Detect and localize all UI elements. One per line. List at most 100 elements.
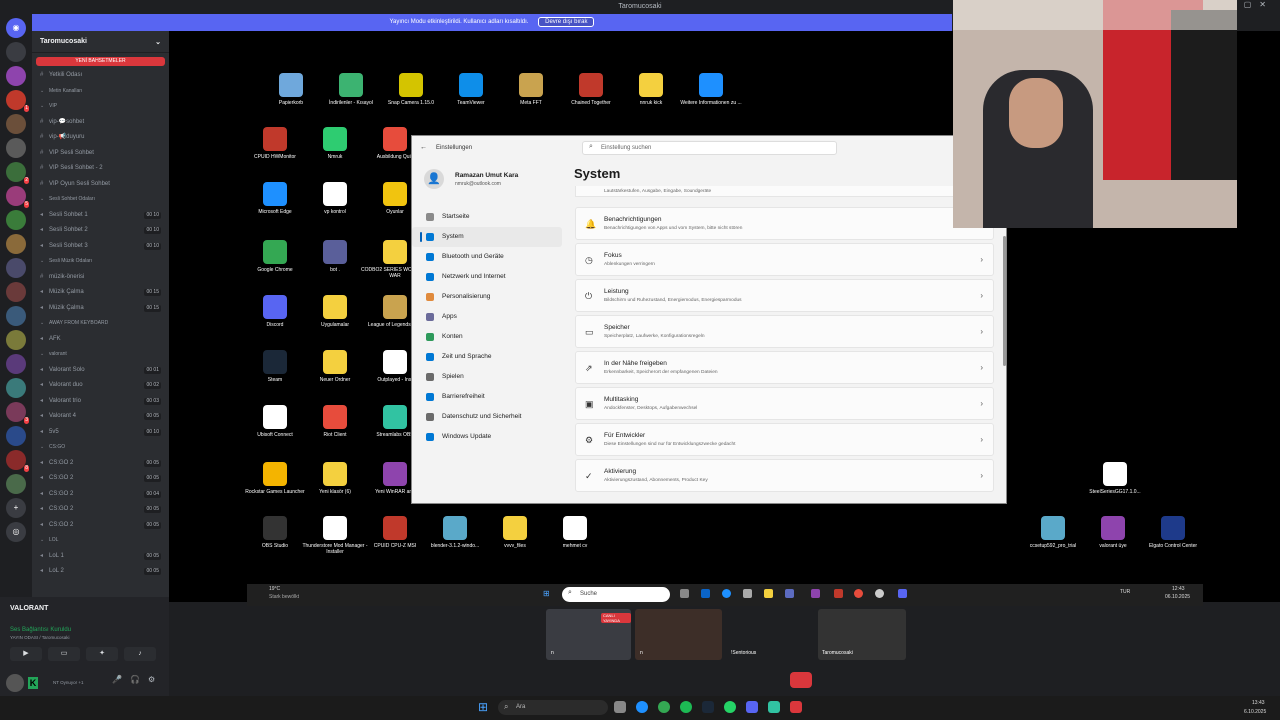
explorer-icon[interactable] — [764, 589, 773, 598]
windows-start-icon[interactable]: ⊞ — [478, 701, 488, 713]
disable-streamer-mode-button[interactable]: Devre dışı bırak — [538, 17, 595, 27]
nav-item[interactable]: Spielen — [412, 367, 562, 387]
settings-row[interactable]: ◷ Fokus Ablenkungen verringern › — [575, 243, 994, 276]
channel-item[interactable]: ◂ Sesli Sohbet 3 00 10 — [32, 239, 169, 255]
streamlabs-icon[interactable] — [768, 701, 780, 713]
channel-category[interactable]: ⌄ VIP — [32, 99, 169, 115]
server-icon[interactable] — [6, 426, 26, 446]
stream-tile[interactable]: Taromucosaki — [818, 609, 906, 660]
clock-date[interactable]: 06.10.2025 — [1165, 594, 1190, 600]
soundboard-icon[interactable]: ♪ — [124, 647, 156, 661]
nav-item[interactable]: Barrierefreiheit — [412, 387, 562, 407]
task-view-icon[interactable] — [614, 701, 626, 713]
explore-icon[interactable]: ◎ — [6, 522, 26, 542]
channel-category[interactable]: ⌄ Sesli Sohbet Odaları — [32, 192, 169, 208]
settings-row[interactable]: ▣ Multitasking Andockfenster, Desktops, Au… — [575, 387, 994, 420]
nav-item[interactable]: Netzwerk und Internet — [412, 267, 562, 287]
server-icon[interactable] — [6, 306, 26, 326]
gear-icon[interactable]: ⚙ — [148, 675, 155, 684]
user-avatar-icon[interactable]: 👤 — [424, 169, 444, 189]
desktop-icon[interactable]: mehmet cv — [540, 516, 610, 549]
voice-connected-status[interactable]: Ses Bağlantısı Kuruldu — [10, 627, 71, 633]
channel-item[interactable]: ◂ CS:GO 2 00 05 — [32, 518, 169, 534]
channel-category[interactable]: ⌄ valorant — [32, 347, 169, 363]
app-icon[interactable] — [790, 701, 802, 713]
channel-item[interactable]: ◂ CS:GO 2 00 05 — [32, 502, 169, 518]
activity-icon[interactable]: ✦ — [86, 647, 118, 661]
app-icon[interactable] — [811, 589, 820, 598]
nav-item[interactable]: Datenschutz und Sicherheit — [412, 407, 562, 427]
channel-item[interactable]: # VIP Sesli Sohbet — [32, 146, 169, 162]
channel-item[interactable]: ◂ Sesli Sohbet 2 00 10 — [32, 223, 169, 239]
stream-tile[interactable]: CANLI YAYINDA n — [546, 609, 631, 660]
stream-tile[interactable]: !Sentorious — [727, 609, 814, 660]
server-icon[interactable] — [6, 282, 26, 302]
settings-row[interactable]: ⏻ Leistung Bildschirm und Ruhezustand, Ene… — [575, 279, 994, 312]
desktop-icon[interactable]: Elgato Control Center — [1138, 516, 1208, 549]
nav-item[interactable]: Konten — [412, 327, 562, 347]
settings-search-input[interactable]: ⌕ Einstellung suchen — [582, 141, 837, 155]
outlook-icon[interactable] — [701, 589, 710, 598]
voice-channel-path[interactable]: YAYIN ODASI / Taromucosaki — [10, 635, 70, 640]
channel-item[interactable]: # VIP Sesli Sohbet - 2 — [32, 161, 169, 177]
server-icon[interactable]: 1 — [6, 90, 29, 112]
server-icon[interactable] — [6, 42, 26, 62]
settings-row[interactable]: ▭ Speicher Speicherplatz, Laufwerke, Konfi… — [575, 315, 994, 348]
channel-item[interactable]: ◂ Valorant duo 00 02 — [32, 378, 169, 394]
channel-item[interactable]: # müzik-önerisi — [32, 270, 169, 286]
settings-row[interactable]: ✓ Aktivierung Aktivierungszustand, Abonnem… — [575, 459, 994, 492]
steam-icon[interactable] — [702, 701, 714, 713]
server-icon[interactable] — [6, 474, 26, 494]
language-indicator[interactable]: TUR — [1120, 589, 1130, 595]
server-icon[interactable] — [6, 330, 26, 350]
server-icon[interactable] — [6, 378, 26, 398]
channel-item[interactable]: ◂ Valorant Solo 00 01 — [32, 363, 169, 379]
channel-category[interactable]: ⌄ CS:GO — [32, 440, 169, 456]
settings-row[interactable]: ⇗ In der Nähe freigeben Erkennbarkeit, Spe… — [575, 351, 994, 384]
channel-item[interactable]: ◂ CS:GO 2 00 05 — [32, 471, 169, 487]
nav-item[interactable]: Startseite — [412, 207, 562, 227]
server-icon[interactable] — [6, 234, 26, 254]
clock-time[interactable]: 13:43 — [1252, 700, 1265, 706]
spotify-icon[interactable] — [680, 701, 692, 713]
clock-date[interactable]: 6.10.2025 — [1244, 709, 1266, 715]
camera-icon[interactable]: ▶ — [10, 647, 42, 661]
whatsapp-icon[interactable] — [724, 701, 736, 713]
settings-taskbar-icon[interactable] — [875, 589, 884, 598]
channel-item[interactable]: ◂ CS:GO 2 00 05 — [32, 456, 169, 472]
channel-category[interactable]: ⌄ Metin Kanalları — [32, 84, 169, 100]
windows-start-icon[interactable]: ⊞ — [543, 589, 550, 598]
server-icon[interactable] — [6, 258, 26, 278]
channel-item[interactable]: # vip-💬sohbet — [32, 115, 169, 131]
channel-item[interactable]: ◂ LoL 2 00 05 — [32, 564, 169, 580]
channel-item[interactable]: # vip-📢duyuru — [32, 130, 169, 146]
app-icon[interactable] — [834, 589, 843, 598]
avatar[interactable] — [6, 674, 24, 692]
discord-home-icon[interactable]: ◉ — [6, 18, 26, 38]
weather-temp[interactable]: 19°C — [269, 586, 280, 592]
nav-item[interactable]: Zeit und Sprache — [412, 347, 562, 367]
discord-taskbar-icon[interactable] — [898, 589, 907, 598]
disconnect-button[interactable] — [790, 672, 812, 688]
nav-item[interactable]: Bluetooth und Geräte — [412, 247, 562, 267]
server-icon[interactable] — [6, 210, 26, 230]
channel-item[interactable]: ◂ Valorant 4 00 05 — [32, 409, 169, 425]
headphones-icon[interactable]: 🎧 — [130, 675, 140, 684]
channel-item[interactable]: ◂ LoL 1 00 05 — [32, 549, 169, 565]
new-mentions-button[interactable]: YENİ BAHSETMELER — [36, 57, 165, 66]
partial-row[interactable]: Lautstärkestufen, Ausgabe, Eingabe, Soun… — [575, 186, 994, 197]
nav-item[interactable]: Personalisierung — [412, 287, 562, 307]
app-icon[interactable] — [785, 589, 794, 598]
edge-icon[interactable] — [722, 589, 731, 598]
server-name[interactable]: Taromucosaki ⌄ — [32, 31, 169, 53]
channel-category[interactable]: ⌄ AWAY FROM KEYBOARD — [32, 316, 169, 332]
discord-icon[interactable] — [746, 701, 758, 713]
app-icon[interactable] — [854, 589, 863, 598]
server-icon[interactable]: 8 — [6, 450, 29, 472]
microphone-icon[interactable]: 🎤 — [112, 675, 122, 684]
server-icon[interactable]: 2 — [6, 162, 29, 184]
channel-item[interactable]: # VIP Oyun Sesli Sohbet — [32, 177, 169, 193]
channel-item[interactable]: ◂ 5v5 00 10 — [32, 425, 169, 441]
channel-category[interactable]: ⌄ LOL — [32, 533, 169, 549]
taskbar-search-input[interactable]: ⌕ Ara — [498, 700, 608, 715]
